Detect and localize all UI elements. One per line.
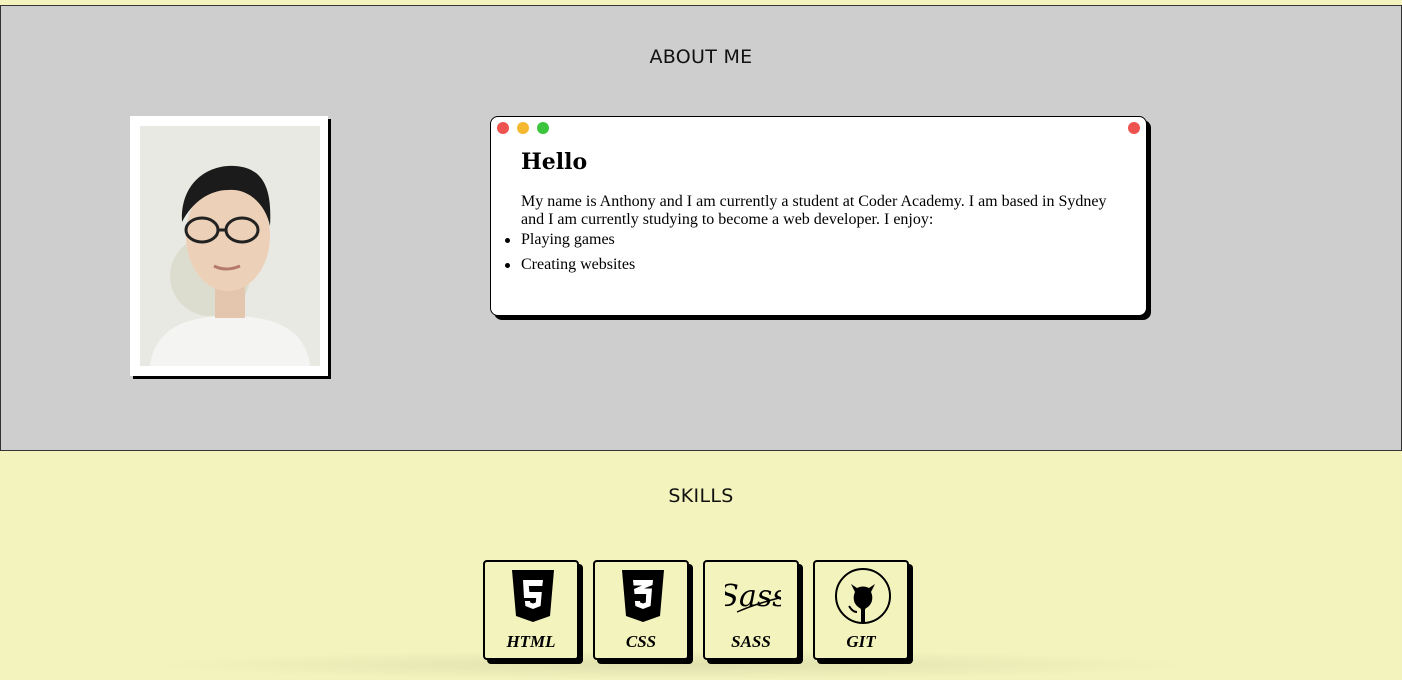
sass-icon: Sass [725,579,781,614]
skills-title: SKILLS [668,485,734,507]
skill-label: HTML [506,632,556,651]
list-item: Playing games [504,231,635,256]
profile-photo-frame [130,116,328,376]
window-heading: Hello [521,149,588,175]
profile-photo [140,126,320,366]
svg-text:Sass: Sass [725,579,781,614]
list-item: Creating websites [504,256,635,281]
skill-card-html[interactable]: HTML [483,560,579,660]
about-title: ABOUT ME [649,46,753,68]
about-window: Hello My name is Anthony and I am curren… [490,116,1147,316]
skills-row: HTML CSS Sass SASS GIT [483,560,923,667]
profile-photo-illustration [140,126,320,366]
skill-label: SASS [731,632,771,651]
window-close-icon[interactable] [1128,122,1140,134]
skill-label: GIT [846,632,876,651]
window-close-dot[interactable] [497,122,509,134]
bio-text: My name is Anthony and I am currently a … [521,193,1107,228]
skill-card-css[interactable]: CSS [593,560,689,660]
github-icon [835,568,891,624]
html5-icon [512,570,554,622]
skill-card-sass[interactable]: Sass SASS [703,560,799,660]
skill-card-git[interactable]: GIT [813,560,909,660]
window-maximize-dot[interactable] [537,122,549,134]
window-minimize-dot[interactable] [517,122,529,134]
likes-list: Playing games Creating websites [504,231,635,281]
skill-label: CSS [625,632,657,651]
about-section: ABOUT ME Hello My name is Anthony and I … [0,5,1402,451]
css3-icon [622,570,664,622]
